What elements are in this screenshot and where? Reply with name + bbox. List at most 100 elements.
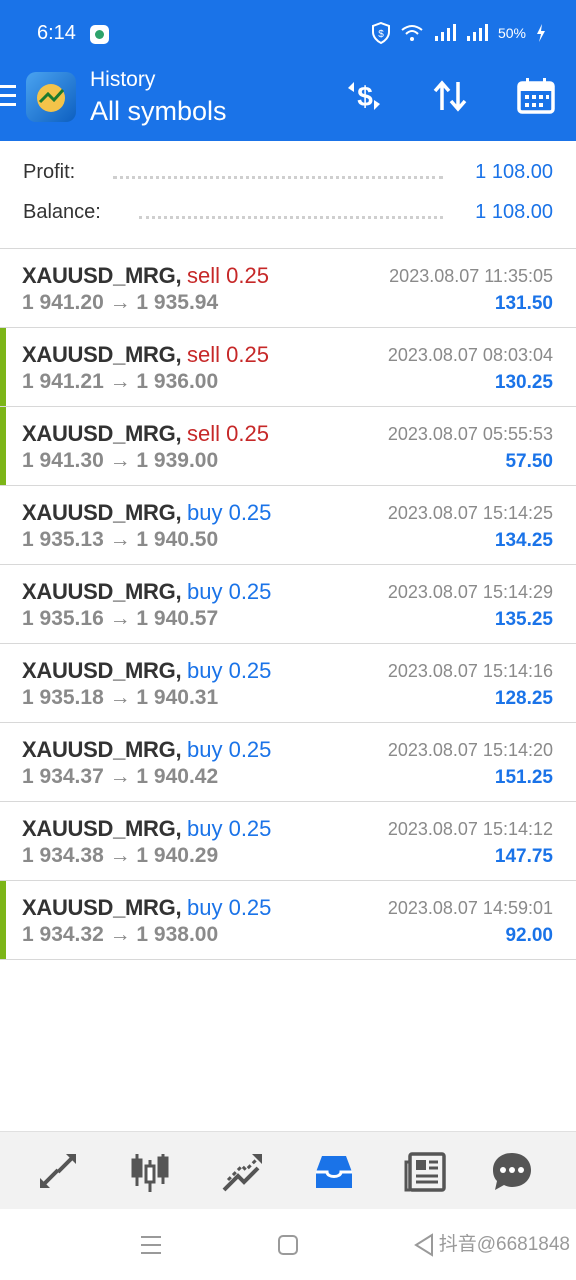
account-summary: Profit: 1 108.00 Balance: 1 108.00 xyxy=(0,141,576,249)
symbol-filter[interactable]: All symbols xyxy=(90,96,227,127)
trade-time: 2023.08.07 11:35:05 xyxy=(389,266,553,286)
trade-symbol: XAUUSD_MRG, xyxy=(22,579,182,604)
sort-icon xyxy=(433,80,467,112)
trade-type: sell 0.25 xyxy=(187,342,269,367)
trade-type: buy 0.25 xyxy=(187,500,272,525)
trade-marker xyxy=(0,407,6,485)
nav-trade[interactable] xyxy=(220,1150,264,1194)
trade-profit: 130.25 xyxy=(494,372,553,393)
trade-profit: 131.50 xyxy=(494,293,553,314)
trade-profit: 57.50 xyxy=(505,451,553,472)
profit-value: 1 108.00 xyxy=(467,161,553,184)
balance-label: Balance: xyxy=(23,201,109,224)
wifi-icon xyxy=(401,25,423,41)
trade-time: 2023.08.07 15:14:12 xyxy=(387,819,553,839)
trade-row[interactable]: XAUUSD_MRG, buy 0.25 1 935.16 → 1 940.57 20… xyxy=(0,565,576,644)
trade-prices: 1 935.18 → 1 940.31 xyxy=(22,686,219,709)
quotes-icon xyxy=(40,1154,76,1188)
shield-icon: $ xyxy=(371,22,390,44)
balance-value: 1 108.00 xyxy=(467,201,553,224)
status-time: 6:14 xyxy=(37,22,76,44)
news-icon xyxy=(404,1152,446,1192)
trade-prices: 1 941.21 → 1 936.00 xyxy=(22,370,219,393)
trade-time: 2023.08.07 05:55:53 xyxy=(387,424,553,444)
deposit-withdraw-button[interactable]: $ xyxy=(344,76,384,116)
status-bar: 6:14 $ 50% xyxy=(0,0,576,68)
trade-type: buy 0.25 xyxy=(187,895,272,920)
trade-prices: 1 935.16 → 1 940.57 xyxy=(22,607,219,630)
trade-time: 2023.08.07 15:14:25 xyxy=(387,503,553,523)
trade-profit: 92.00 xyxy=(505,925,553,946)
trade-type: buy 0.25 xyxy=(187,816,272,841)
trade-list: XAUUSD_MRG, sell 0.25 1 941.20 → 1 935.94 2… xyxy=(0,249,576,960)
chat-icon xyxy=(493,1153,531,1190)
calendar-button[interactable] xyxy=(516,76,556,116)
system-navigation: 抖音@6681848 xyxy=(0,1209,576,1280)
trade-type: sell 0.25 xyxy=(187,263,269,288)
trade-time: 2023.08.07 15:14:29 xyxy=(387,582,553,602)
trade-symbol: XAUUSD_MRG, xyxy=(22,658,182,683)
trade-row[interactable]: XAUUSD_MRG, sell 0.25 1 941.20 → 1 935.94 2… xyxy=(0,249,576,328)
trade-profit: 135.25 xyxy=(494,609,553,630)
trade-time: 2023.08.07 15:14:16 xyxy=(387,661,553,681)
profit-row: Profit: 1 108.00 xyxy=(23,161,553,191)
nav-history[interactable] xyxy=(312,1150,356,1194)
trade-symbol: XAUUSD_MRG, xyxy=(22,342,182,367)
svg-text:$: $ xyxy=(378,29,384,40)
toolbar-actions: $ xyxy=(344,76,556,116)
app-logo xyxy=(26,72,76,122)
trade-profit: 134.25 xyxy=(494,530,553,551)
trade-row[interactable]: XAUUSD_MRG, buy 0.25 1 934.37 → 1 940.42 20… xyxy=(0,723,576,802)
trade-type: buy 0.25 xyxy=(187,737,272,762)
trade-row[interactable]: XAUUSD_MRG, buy 0.25 1 935.18 → 1 940.31 20… xyxy=(0,644,576,723)
bottom-navigation xyxy=(0,1131,576,1210)
trade-prices: 1 934.37 → 1 940.42 xyxy=(22,765,219,788)
trade-prices: 1 935.13 → 1 940.50 xyxy=(22,528,219,551)
profit-label: Profit: xyxy=(23,161,84,184)
nav-quotes[interactable] xyxy=(36,1150,80,1194)
trade-marker xyxy=(0,881,6,959)
status-icons: $ 50% xyxy=(371,22,546,44)
trade-prices: 1 941.20 → 1 935.94 xyxy=(22,291,219,314)
trade-row[interactable]: XAUUSD_MRG, sell 0.25 1 941.21 → 1 936.00 2… xyxy=(0,328,576,407)
dollar-exchange-icon: $ xyxy=(348,81,380,112)
trade-prices: 1 934.38 → 1 940.29 xyxy=(22,844,219,867)
history-icon xyxy=(316,1156,352,1188)
trade-symbol: XAUUSD_MRG, xyxy=(22,816,182,841)
calendar-icon xyxy=(517,78,555,114)
menu-icon[interactable] xyxy=(0,85,16,107)
app-bar: History All symbols $ xyxy=(0,68,576,141)
trade-symbol: XAUUSD_MRG, xyxy=(22,895,182,920)
nav-chart[interactable] xyxy=(128,1150,172,1194)
trade-symbol: XAUUSD_MRG, xyxy=(22,421,182,446)
trade-time: 2023.08.07 08:03:04 xyxy=(387,345,553,365)
trade-symbol: XAUUSD_MRG, xyxy=(22,500,182,525)
watermark: 抖音@6681848 xyxy=(438,1234,570,1255)
trade-row[interactable]: XAUUSD_MRG, buy 0.25 1 934.32 → 1 938.00 20… xyxy=(0,881,576,960)
trade-row[interactable]: XAUUSD_MRG, sell 0.25 1 941.30 → 1 939.00 2… xyxy=(0,407,576,486)
balance-row: Balance: 1 108.00 xyxy=(23,201,553,231)
trade-prices: 1 941.30 → 1 939.00 xyxy=(22,449,219,472)
recent-apps-icon[interactable] xyxy=(140,1235,162,1255)
sort-button[interactable] xyxy=(430,76,470,116)
trade-profit: 151.25 xyxy=(494,767,553,788)
trade-marker xyxy=(0,328,6,406)
trade-row[interactable]: XAUUSD_MRG, buy 0.25 1 934.38 → 1 940.29 20… xyxy=(0,802,576,881)
back-icon[interactable] xyxy=(414,1233,434,1257)
chart-icon xyxy=(131,1154,169,1192)
trade-symbol: XAUUSD_MRG, xyxy=(22,737,182,762)
trade-profit: 128.25 xyxy=(494,688,553,709)
header-bar: 6:14 $ 50% History All symbols $ xyxy=(0,0,576,141)
trade-row[interactable]: XAUUSD_MRG, buy 0.25 1 935.13 → 1 940.50 20… xyxy=(0,486,576,565)
home-icon[interactable] xyxy=(278,1235,298,1255)
signal-icon xyxy=(466,24,488,41)
trade-profit: 147.75 xyxy=(494,846,553,867)
trade-prices: 1 934.32 → 1 938.00 xyxy=(22,923,219,946)
signal-icon xyxy=(434,24,456,41)
nav-news[interactable] xyxy=(404,1150,448,1194)
notification-icon xyxy=(90,25,109,44)
battery-level: 50% xyxy=(497,25,526,41)
trade-type: sell 0.25 xyxy=(187,421,269,446)
page-title: History xyxy=(90,68,156,91)
nav-chat[interactable] xyxy=(490,1150,534,1194)
